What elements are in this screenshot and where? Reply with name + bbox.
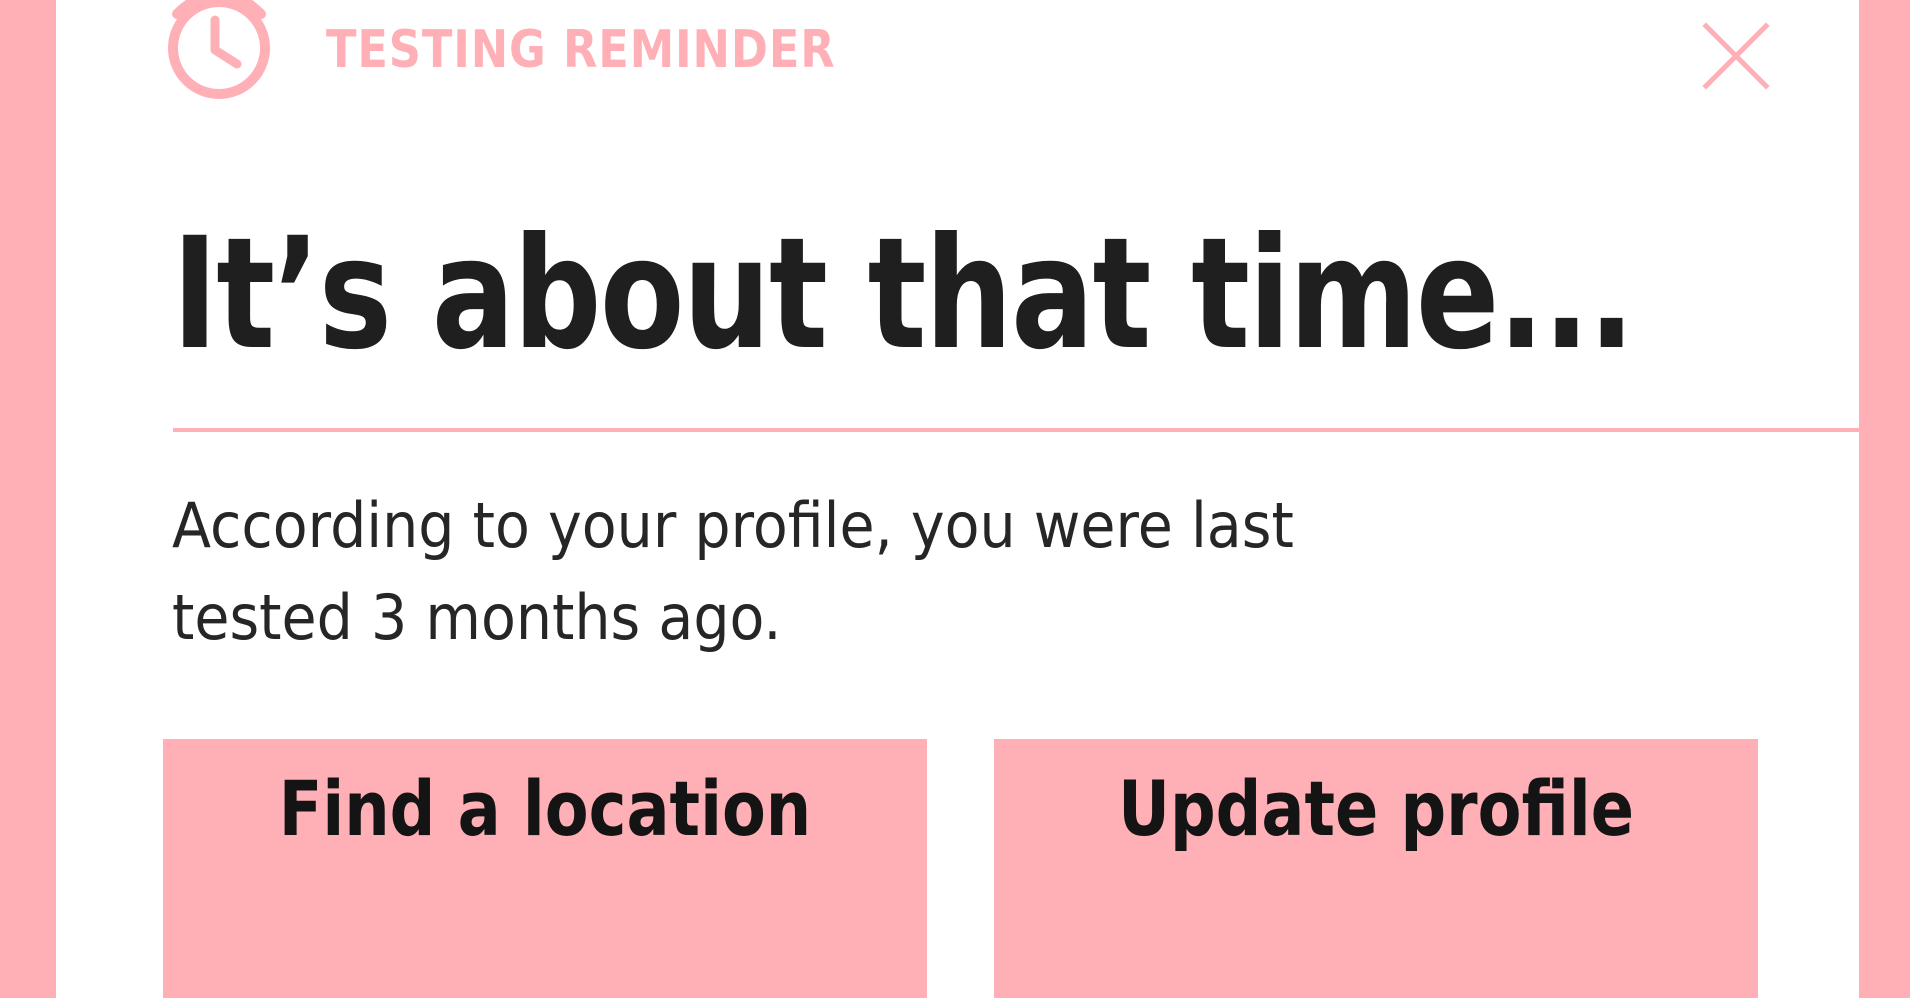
testing-reminder-card: TESTING REMINDER It’s about that time...…	[56, 0, 1859, 998]
find-location-label: Find a location	[278, 763, 812, 853]
update-profile-label: Update profile	[1118, 763, 1634, 853]
card-header: TESTING REMINDER	[56, 0, 1859, 120]
close-icon	[1702, 22, 1770, 90]
divider	[173, 428, 1859, 432]
alarm-clock-icon	[159, 0, 277, 106]
find-location-button[interactable]: Find a location	[163, 739, 927, 998]
headline: It’s about that time...	[172, 205, 1635, 384]
update-profile-button[interactable]: Update profile	[994, 739, 1758, 998]
reminder-message: According to your profile, you were last…	[172, 489, 1294, 654]
close-button[interactable]	[1688, 8, 1784, 104]
reminder-label: TESTING REMINDER	[326, 20, 836, 80]
